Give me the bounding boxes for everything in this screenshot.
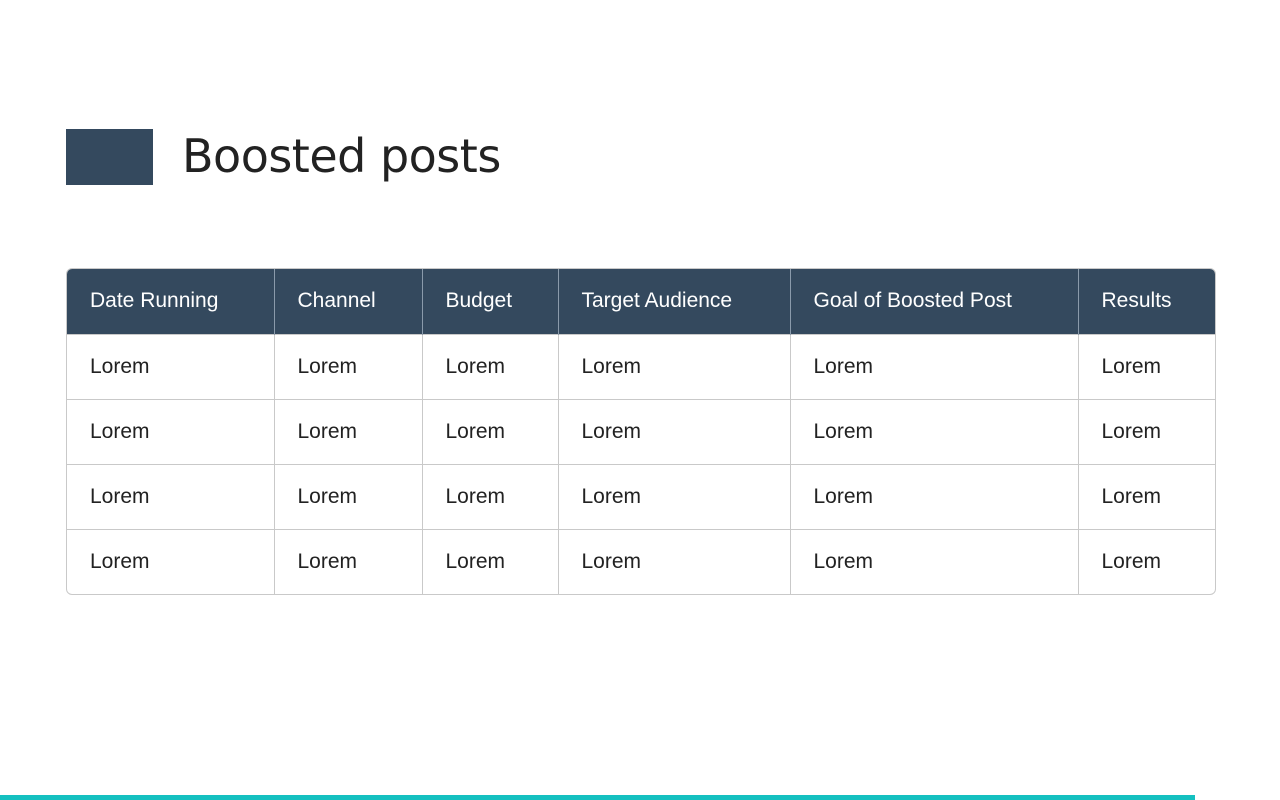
table-row: Lorem Lorem Lorem Lorem Lorem Lorem xyxy=(67,398,1215,464)
table-cell: Lorem xyxy=(67,398,274,464)
table-cell: Lorem xyxy=(421,463,558,529)
table-cell: Lorem xyxy=(273,528,422,594)
title-accent-block xyxy=(66,129,153,185)
table-header-row: Date Running Channel Budget Target Audie… xyxy=(67,269,1215,334)
column-header: Results xyxy=(1077,269,1215,334)
column-header: Goal of Boosted Post xyxy=(789,269,1078,334)
table-cell: Lorem xyxy=(557,333,790,399)
table-cell: Lorem xyxy=(273,398,422,464)
table-cell: Lorem xyxy=(789,398,1078,464)
table-cell: Lorem xyxy=(273,333,422,399)
boosted-posts-table: Date Running Channel Budget Target Audie… xyxy=(66,268,1216,595)
column-header: Budget xyxy=(421,269,558,334)
table-cell: Lorem xyxy=(67,463,274,529)
table-row: Lorem Lorem Lorem Lorem Lorem Lorem xyxy=(67,528,1215,594)
table-cell: Lorem xyxy=(421,398,558,464)
table-cell: Lorem xyxy=(557,463,790,529)
bottom-accent-bar xyxy=(0,795,1195,800)
table-cell: Lorem xyxy=(1077,398,1215,464)
table-cell: Lorem xyxy=(67,333,274,399)
table-cell: Lorem xyxy=(789,333,1078,399)
table-cell: Lorem xyxy=(421,333,558,399)
page-title: Boosted posts xyxy=(182,129,501,183)
table-row: Lorem Lorem Lorem Lorem Lorem Lorem xyxy=(67,333,1215,399)
table-cell: Lorem xyxy=(789,463,1078,529)
table-cell: Lorem xyxy=(1077,528,1215,594)
table-cell: Lorem xyxy=(273,463,422,529)
table-row: Lorem Lorem Lorem Lorem Lorem Lorem xyxy=(67,463,1215,529)
column-header: Target Audience xyxy=(557,269,790,334)
table-cell: Lorem xyxy=(1077,463,1215,529)
table-cell: Lorem xyxy=(421,528,558,594)
table-cell: Lorem xyxy=(1077,333,1215,399)
column-header: Channel xyxy=(273,269,422,334)
table-cell: Lorem xyxy=(67,528,274,594)
column-header: Date Running xyxy=(67,269,274,334)
table-cell: Lorem xyxy=(789,528,1078,594)
table-cell: Lorem xyxy=(557,398,790,464)
table-cell: Lorem xyxy=(557,528,790,594)
